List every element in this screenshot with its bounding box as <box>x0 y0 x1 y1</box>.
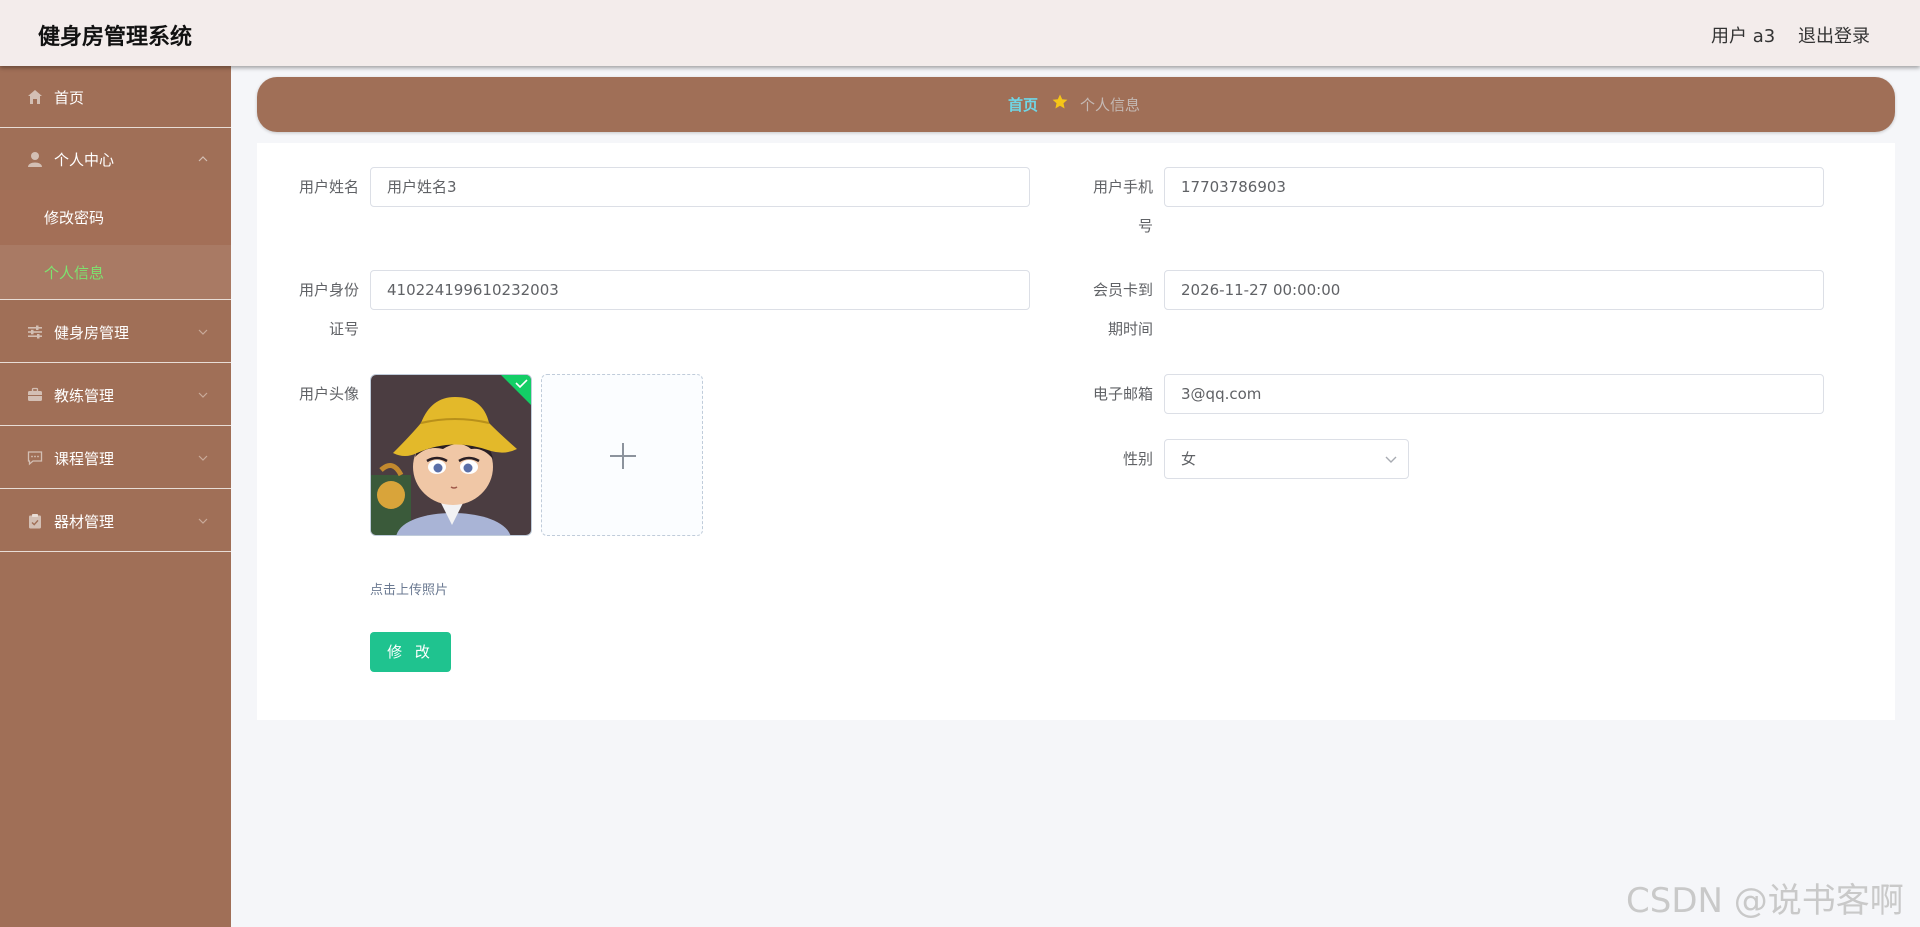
top-header: 健身房管理系统 用户 a3 退出登录 <box>0 0 1920 66</box>
chevron-down-icon <box>1385 456 1397 463</box>
sidebar-subitem-label: 修改密码 <box>44 209 105 227</box>
idcard-label-line1: 用户身份 <box>298 281 359 299</box>
phone-input[interactable]: 17703786903 <box>1164 167 1824 207</box>
phone-label-cont: 号 <box>1085 206 1153 246</box>
idcard-label: 用户身份 <box>291 270 359 310</box>
phone-label: 用户手机 <box>1085 167 1153 207</box>
avatar-thumbnail[interactable] <box>370 374 532 536</box>
sidebar-subitem-personal-info[interactable]: 个人信息 <box>0 245 231 300</box>
card-expire-label-line2: 期时间 <box>1107 320 1153 338</box>
sidebar-item-gym-management[interactable]: 健身房管理 <box>0 300 231 363</box>
sidebar: 首页 个人中心 修改密码 个人信息 健身房管理 教练管理 课程管理 器材管理 <box>0 66 231 927</box>
user-icon <box>28 152 42 167</box>
idcard-label-cont: 证号 <box>291 309 359 349</box>
sidebar-item-label: 健身房管理 <box>54 324 130 342</box>
card-expire-label-line1: 会员卡到 <box>1092 281 1153 299</box>
personal-info-form: 用户姓名 用户姓名3 用户手机 号 17703786903 用户身份 证号 41… <box>257 143 1895 720</box>
email-label: 电子邮箱 <box>1092 385 1153 403</box>
star-icon <box>1052 94 1068 109</box>
sidebar-item-personal-center[interactable]: 个人中心 <box>0 128 231 190</box>
chevron-up-icon <box>198 156 208 162</box>
sidebar-item-label: 个人中心 <box>54 151 115 169</box>
app-title: 健身房管理系统 <box>38 25 193 50</box>
submit-button[interactable]: 修 改 <box>370 632 451 672</box>
sliders-icon <box>28 325 42 339</box>
breadcrumb-home-link[interactable]: 首页 <box>1008 94 1038 115</box>
name-input[interactable]: 用户姓名3 <box>370 167 1030 207</box>
watermark: CSDN @说书客啊 <box>1626 881 1904 921</box>
idcard-label-line2: 证号 <box>328 320 359 338</box>
avatar-label: 用户头像 <box>298 385 359 403</box>
sidebar-item-label: 教练管理 <box>54 387 115 405</box>
logout-link[interactable]: 退出登录 <box>1798 22 1870 48</box>
sidebar-subitem-change-password[interactable]: 修改密码 <box>0 190 231 245</box>
sidebar-item-label: 课程管理 <box>54 450 115 468</box>
sidebar-item-label: 首页 <box>54 89 85 107</box>
phone-label-line1: 用户手机 <box>1092 178 1153 196</box>
sidebar-item-equipment-management[interactable]: 器材管理 <box>0 489 231 552</box>
plus-icon <box>610 443 636 469</box>
sidebar-item-coach-management[interactable]: 教练管理 <box>0 363 231 426</box>
gender-select[interactable]: 女 <box>1164 439 1409 479</box>
sidebar-item-course-management[interactable]: 课程管理 <box>0 426 231 489</box>
briefcase-icon <box>28 387 42 401</box>
current-user-label: 用户 a3 <box>1711 26 1776 47</box>
upload-hint: 点击上传照片 <box>370 583 449 598</box>
sidebar-item-label: 器材管理 <box>54 513 115 531</box>
clipboard-icon <box>29 514 41 529</box>
name-label: 用户姓名 <box>298 178 359 196</box>
breadcrumb: 首页 个人信息 <box>257 77 1895 132</box>
sidebar-item-home[interactable]: 首页 <box>0 66 231 128</box>
chat-icon <box>27 451 43 466</box>
chevron-down-icon <box>198 455 208 461</box>
avatar-upload-button[interactable] <box>541 374 703 536</box>
card-expire-label-cont: 期时间 <box>1085 309 1153 349</box>
breadcrumb-current: 个人信息 <box>1080 96 1141 114</box>
card-expire-label: 会员卡到 <box>1085 270 1153 310</box>
idcard-input[interactable]: 410224199610232003 <box>370 270 1030 310</box>
gender-label: 性别 <box>1122 450 1153 468</box>
avatar-image <box>371 375 531 535</box>
chevron-down-icon <box>198 518 208 524</box>
gender-select-value: 女 <box>1181 450 1197 468</box>
chevron-down-icon <box>198 392 208 398</box>
email-input[interactable]: 3@qq.com <box>1164 374 1824 414</box>
sidebar-subitem-label: 个人信息 <box>44 264 105 282</box>
phone-label-line2: 号 <box>1137 217 1153 235</box>
chevron-down-icon <box>198 329 208 335</box>
card-expire-input[interactable]: 2026-11-27 00:00:00 <box>1164 270 1824 310</box>
home-icon <box>28 90 42 104</box>
